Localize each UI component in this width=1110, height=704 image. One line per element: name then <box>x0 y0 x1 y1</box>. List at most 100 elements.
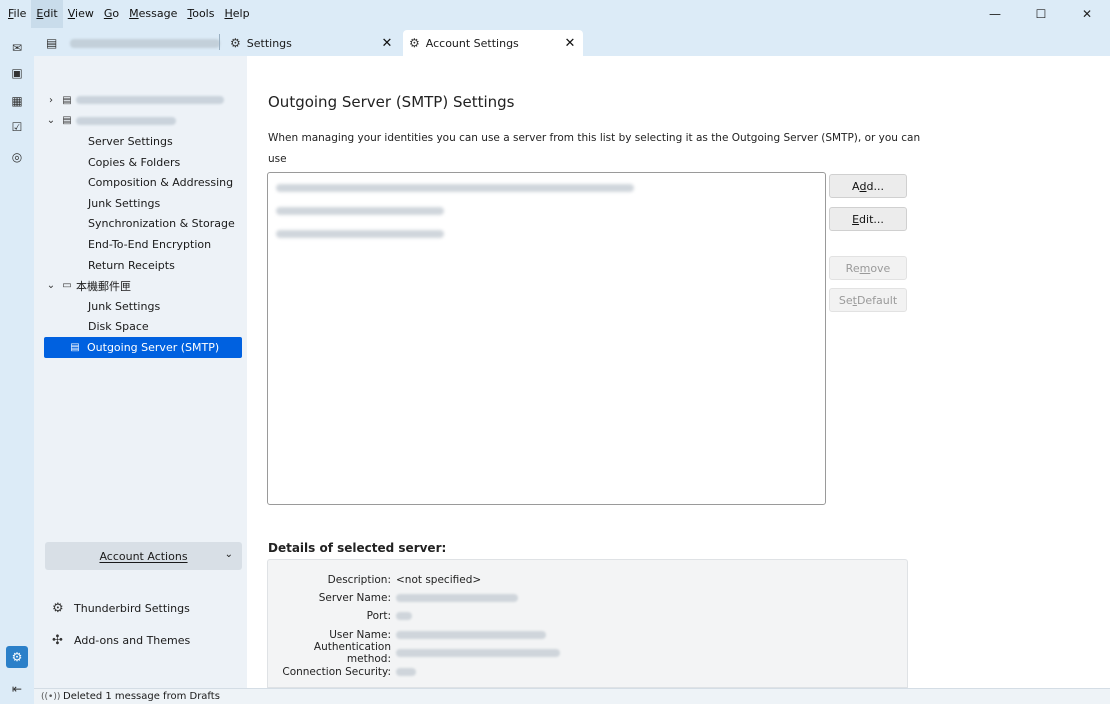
tree-item-label: Synchronization & Storage <box>88 217 235 231</box>
detail-auth-method: Authentication method: <box>268 641 908 665</box>
tree-item-composition[interactable]: Composition & Addressing <box>44 172 242 193</box>
menu-file[interactable]: File <box>3 0 31 28</box>
chevron-down-icon[interactable]: ⌄ <box>44 115 58 126</box>
tree-item-sync-storage[interactable]: Synchronization & Storage <box>44 214 242 235</box>
account-tree: › ▤ ⌄ ▤ Server Settings Copies & Folders… <box>44 90 242 358</box>
menu-bar: File Edit View Go Message Tools Help — ☐… <box>0 0 1110 28</box>
tasks-icon[interactable]: ☑ <box>6 116 28 138</box>
menu-view[interactable]: View <box>63 0 99 28</box>
account-icon: ▤ <box>62 94 72 106</box>
redacted-server-entry <box>276 206 444 215</box>
maximize-button[interactable]: ☐ <box>1018 0 1064 28</box>
redacted-value <box>396 594 518 602</box>
redacted-value <box>396 649 560 657</box>
edit-button[interactable]: Edit... <box>829 207 907 231</box>
tree-item-label: Disk Space <box>88 320 149 334</box>
local-folders-label: 本機郵件匣 <box>76 279 131 293</box>
tree-item-label: Server Settings <box>88 134 173 148</box>
tree-item-copies-folders[interactable]: Copies & Folders <box>44 152 242 173</box>
tree-item-e2e-encryption[interactable]: End-To-End Encryption <box>44 234 242 255</box>
remove-button[interactable]: Re m ove <box>829 256 907 280</box>
detail-description: Description: <not specified> <box>268 571 908 589</box>
close-icon[interactable]: ✕ <box>557 36 583 51</box>
chevron-down-icon[interactable]: ⌄ <box>44 280 58 291</box>
minimize-button[interactable]: — <box>972 0 1018 28</box>
add-button[interactable]: Ad d... <box>829 174 907 198</box>
detail-label: Authentication method: <box>313 641 391 665</box>
smtp-server-icon: ▤ <box>70 341 80 353</box>
window-controls: — ☐ ✕ <box>972 0 1110 28</box>
tab-settings-label: Settings <box>246 36 292 50</box>
close-icon[interactable]: ✕ <box>374 36 400 51</box>
spaces-toolbar: ✉ ▣ ▦ ☑ ◎ ⚙ ⇤ <box>0 28 34 704</box>
address-book-icon[interactable]: ▣ <box>6 62 28 84</box>
details-heading: Details of selected server: <box>268 541 447 555</box>
redacted-value <box>396 612 412 620</box>
tab-mail[interactable]: ▤ <box>40 30 220 56</box>
tab-account-settings-label: Account Settings <box>425 36 519 50</box>
tree-item-server-settings[interactable]: Server Settings <box>44 131 242 152</box>
tree-item-label: Outgoing Server (SMTP) <box>87 340 220 354</box>
description-line: When managing your identities you can us… <box>268 132 921 165</box>
detail-label: Connection Security: <box>282 666 391 678</box>
calendar-icon[interactable]: ▦ <box>6 90 28 112</box>
chevron-down-icon: ⌄ <box>224 549 233 560</box>
tree-item-disk-space[interactable]: Disk Space <box>44 317 242 338</box>
tree-item-local-junk[interactable]: Junk Settings <box>44 296 242 317</box>
addons-themes-label: Add-ons and Themes <box>74 633 191 647</box>
menu-message[interactable]: Message <box>124 0 182 28</box>
tree-item-label: Copies & Folders <box>88 155 181 169</box>
local-folders-row[interactable]: ⌄ ▭ 本機郵件匣 <box>44 275 242 296</box>
thunderbird-settings-label: Thunderbird Settings <box>74 601 190 615</box>
detail-port: Port: <box>268 607 908 625</box>
tab-separator <box>219 34 220 50</box>
folder-icon: ▭ <box>62 280 72 292</box>
tree-item-label: Composition & Addressing <box>88 176 234 190</box>
detail-label: User Name: <box>329 629 391 641</box>
redacted-account-name <box>76 116 176 125</box>
menu-go[interactable]: Go <box>99 0 124 28</box>
redacted-value <box>396 631 546 639</box>
menu-help[interactable]: Help <box>219 0 254 28</box>
close-window-button[interactable]: ✕ <box>1064 0 1110 28</box>
gear-icon: ⚙ <box>52 600 64 616</box>
redacted-value <box>396 668 416 676</box>
redacted-server-entry <box>276 229 444 238</box>
page-title: Outgoing Server (SMTP) Settings <box>268 93 515 111</box>
settings-space-icon[interactable]: ⚙ <box>6 646 28 668</box>
account-row-collapsed[interactable]: › ▤ <box>44 90 242 111</box>
mail-icon[interactable]: ✉ <box>6 37 28 59</box>
account-actions-label: Account Actions <box>99 549 188 563</box>
tree-item-label: Junk Settings <box>88 299 161 313</box>
addons-themes-link[interactable]: ✣ Add-ons and Themes <box>52 630 190 650</box>
collapse-toolbar-icon[interactable]: ⇤ <box>6 678 28 700</box>
tab-strip: ▤ ⚙ Settings ✕ ⚙ Account Settings ✕ <box>34 28 1110 56</box>
list-item[interactable] <box>268 222 825 245</box>
list-item[interactable] <box>268 199 825 222</box>
tab-settings[interactable]: ⚙ Settings ✕ <box>224 30 400 56</box>
smtp-server-list[interactable] <box>267 172 826 505</box>
tree-item-outgoing-server[interactable]: ▤ Outgoing Server (SMTP) <box>44 337 242 358</box>
menu-edit[interactable]: Edit <box>31 0 63 28</box>
detail-value: <not specified> <box>396 574 482 586</box>
chevron-right-icon[interactable]: › <box>44 95 58 106</box>
detail-label: Port: <box>366 610 391 622</box>
outgoing-server-settings-pane: Outgoing Server (SMTP) Settings When man… <box>247 56 1110 688</box>
thunderbird-settings-link[interactable]: ⚙ Thunderbird Settings <box>52 598 190 618</box>
chat-icon[interactable]: ◎ <box>6 146 28 168</box>
account-row-expanded[interactable]: ⌄ ▤ <box>44 111 242 132</box>
set-default-button[interactable]: Se t Default <box>829 288 907 312</box>
tree-item-junk-settings[interactable]: Junk Settings <box>44 193 242 214</box>
list-item[interactable] <box>268 176 825 199</box>
menu-tools[interactable]: Tools <box>182 0 219 28</box>
tree-item-return-receipts[interactable]: Return Receipts <box>44 255 242 276</box>
account-actions-button[interactable]: Account Actions ⌄ <box>45 542 242 570</box>
online-status-icon[interactable]: ((•)) <box>41 692 63 702</box>
tab-account-settings[interactable]: ⚙ Account Settings ✕ <box>403 30 583 56</box>
redacted-tab-title <box>70 39 220 48</box>
detail-label: Server Name: <box>318 592 391 604</box>
account-icon: ▤ <box>62 115 72 127</box>
server-details-box: Description: <not specified> Server Name… <box>267 559 908 688</box>
tree-item-label: Return Receipts <box>88 258 175 272</box>
gear-icon: ⚙ <box>230 36 241 50</box>
